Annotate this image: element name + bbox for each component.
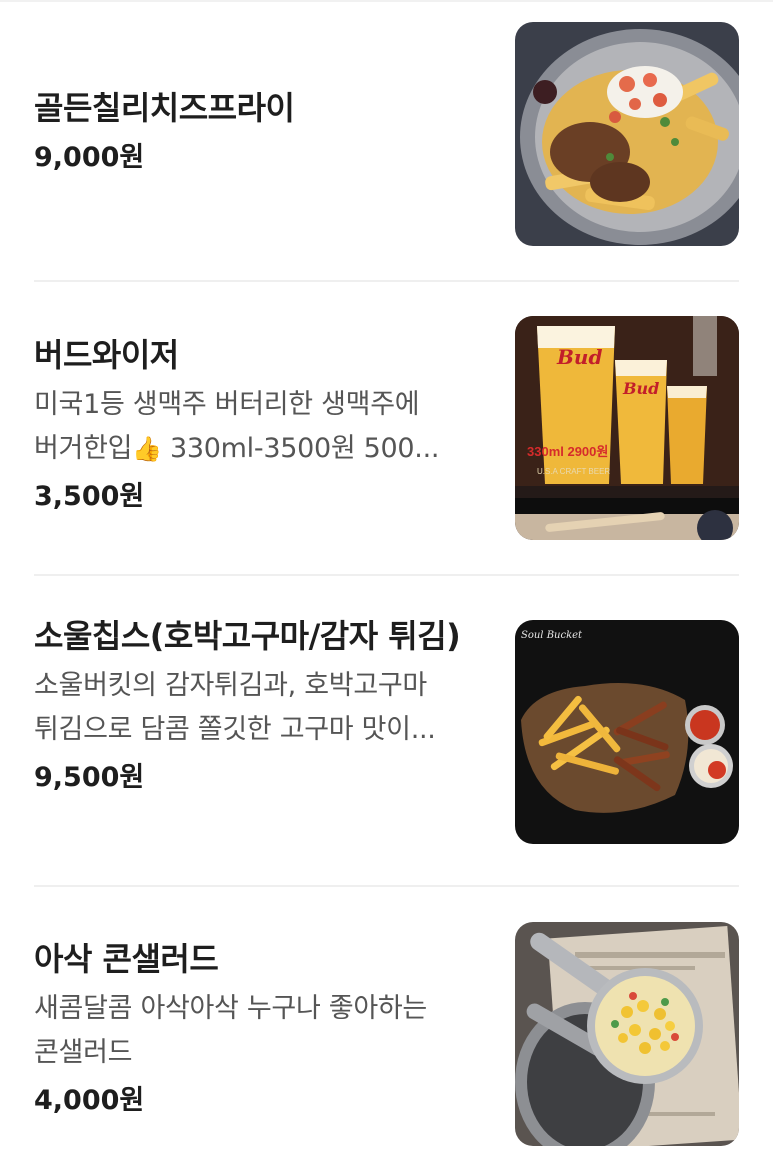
menu-list: 골든칠리치즈프라이 9,000원 버드와이저 미국1등 생맥주 버터리한 생맥주… <box>0 0 773 1156</box>
menu-item-info: 버드와이저 미국1등 생맥주 버터리한 생맥주에 버거한입👍 330ml-350… <box>34 331 484 517</box>
menu-item-description-text: 소울버킷의 감자튀김과, 호박고구마 튀김으로 담콤 쫄깃한 고구마 맛이... <box>34 670 436 745</box>
thumbs-up-icon: 👍 <box>132 435 162 463</box>
budweiser-beer-photo-icon: Bud Bud 330ml 2900원 U.S.A CRAFT BEER <box>515 316 739 540</box>
menu-item[interactable]: 버드와이저 미국1등 생맥주 버터리한 생맥주에 버거한입👍 330ml-350… <box>34 316 739 542</box>
menu-item-image[interactable] <box>515 22 739 246</box>
menu-item-description-line: 버거한입👍 330ml-3500원 500... <box>34 427 484 471</box>
menu-item-name: 아삭 콘샐러드 <box>34 940 219 978</box>
menu-divider <box>34 885 739 887</box>
description-text: 330ml-3500원 500... <box>161 433 440 464</box>
menu-item-image[interactable] <box>515 922 739 1146</box>
description-text: 버거한입 <box>34 433 133 464</box>
image-sub-text: U.S.A CRAFT BEER <box>537 467 610 476</box>
menu-item-price: 4,000원 <box>34 1085 145 1116</box>
menu-item[interactable]: 아삭 콘샐러드 새콤달콤 아삭아삭 누구나 좋아하는 콘샐러드 4,000원 <box>34 922 739 1148</box>
menu-item-name: 버드와이저 <box>34 336 179 374</box>
menu-item-name: 소울칩스(호박고구마/감자 튀김) <box>34 617 461 655</box>
soul-chips-photo-icon: Soul Bucket <box>515 620 739 844</box>
menu-item-image[interactable]: Soul Bucket <box>515 620 739 844</box>
chili-cheese-fries-photo-icon <box>515 22 739 246</box>
menu-item-info: 골든칠리치즈프라이 9,000원 <box>34 84 484 178</box>
image-brand-text: Bud <box>622 379 659 398</box>
corn-salad-photo-icon <box>515 922 739 1146</box>
menu-item-name: 골든칠리치즈프라이 <box>34 89 295 127</box>
menu-item-description: 미국1등 생맥주 버터리한 생맥주에 버거한입👍 330ml-3500원 500… <box>34 383 484 471</box>
menu-item-description-text: 새콤달콤 아삭아삭 누구나 좋아하는 콘샐러드 <box>34 993 427 1068</box>
menu-item-description: 새콤달콤 아삭아삭 누구나 좋아하는 콘샐러드 <box>34 987 484 1075</box>
menu-item-info: 아삭 콘샐러드 새콤달콤 아삭아삭 누구나 좋아하는 콘샐러드 4,000원 <box>34 935 484 1121</box>
menu-item-description-line: 미국1등 생맥주 버터리한 생맥주에 <box>34 389 420 420</box>
menu-divider <box>34 574 739 576</box>
menu-item-price: 3,500원 <box>34 481 145 512</box>
image-brand-text: Bud <box>556 345 602 369</box>
menu-item-description: 소울버킷의 감자튀김과, 호박고구마 튀김으로 담콤 쫄깃한 고구마 맛이... <box>34 664 484 752</box>
menu-item-info: 소울칩스(호박고구마/감자 튀김) 소울버킷의 감자튀김과, 호박고구마 튀김으… <box>34 612 484 798</box>
menu-item[interactable]: 골든칠리치즈프라이 9,000원 <box>34 22 739 248</box>
menu-item[interactable]: 소울칩스(호박고구마/감자 튀김) 소울버킷의 감자튀김과, 호박고구마 튀김으… <box>34 612 739 852</box>
image-price-text: 330ml 2900원 <box>527 444 608 459</box>
image-logo-text: Soul Bucket <box>521 630 583 641</box>
menu-divider <box>34 280 739 282</box>
menu-item-image[interactable]: Bud Bud 330ml 2900원 U.S.A CRAFT BEER <box>515 316 739 540</box>
menu-item-price: 9,500원 <box>34 762 145 793</box>
menu-item-price: 9,000원 <box>34 142 145 173</box>
